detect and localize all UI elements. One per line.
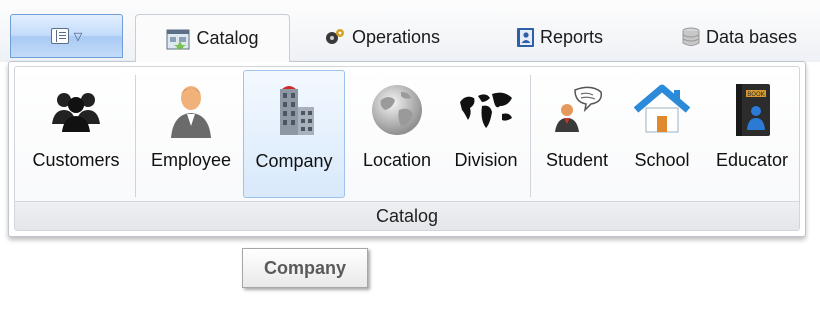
- button-label: Location: [362, 150, 432, 170]
- globe-icon: [372, 85, 422, 135]
- tab-reports[interactable]: Reports: [514, 15, 603, 59]
- educator-button[interactable]: BOOK Educator: [705, 70, 799, 198]
- school-button[interactable]: School: [621, 70, 703, 198]
- button-label: Division: [454, 150, 518, 170]
- tab-databases[interactable]: Data bases: [679, 15, 797, 59]
- button-label: Company: [255, 151, 333, 171]
- tab-label: Operations: [352, 26, 441, 47]
- book-icon: BOOK: [736, 84, 770, 136]
- employee-button[interactable]: Employee: [141, 70, 241, 198]
- ribbon-tab-bar: ▽ Catalog Operations Reports Data bases: [0, 0, 820, 62]
- location-button[interactable]: Location: [351, 70, 443, 198]
- catalog-group: Customers Employee Company Location Divi…: [14, 66, 800, 231]
- student-icon: [555, 86, 603, 132]
- ribbon-panel: Customers Employee Company Location Divi…: [8, 61, 806, 237]
- company-button[interactable]: Company: [243, 70, 345, 198]
- world-map-icon: [460, 92, 512, 128]
- button-label: Student: [545, 150, 609, 170]
- catalog-icon: [166, 29, 190, 50]
- division-button[interactable]: Division: [445, 70, 527, 198]
- tab-label: Catalog: [196, 28, 259, 48]
- svg-text:BOOK: BOOK: [747, 91, 765, 98]
- tab-operations[interactable]: Operations: [322, 15, 440, 59]
- button-label: Customers: [32, 150, 120, 170]
- tooltip: Company: [242, 248, 368, 288]
- layout-panel-icon: [50, 28, 69, 44]
- customers-icon: [52, 93, 100, 132]
- house-icon: [633, 84, 691, 133]
- button-label: Educator: [715, 150, 789, 170]
- application-menu-button[interactable]: ▽: [10, 14, 123, 58]
- group-label: Catalog: [15, 201, 799, 230]
- reports-icon: [517, 28, 534, 47]
- button-label: Employee: [150, 150, 232, 170]
- employee-icon: [171, 86, 211, 138]
- company-icon: [280, 86, 314, 135]
- separator: [135, 75, 136, 197]
- tab-label: Reports: [540, 26, 604, 47]
- tab-label: Data bases: [706, 26, 798, 47]
- student-button[interactable]: Student: [535, 70, 619, 198]
- separator: [530, 75, 531, 197]
- database-icon: [682, 27, 700, 46]
- operations-icon: [326, 29, 344, 44]
- customers-button[interactable]: Customers: [20, 70, 132, 198]
- chevron-down-icon: ▽: [73, 30, 83, 43]
- tab-catalog[interactable]: Catalog: [135, 14, 290, 62]
- button-label: School: [634, 150, 690, 170]
